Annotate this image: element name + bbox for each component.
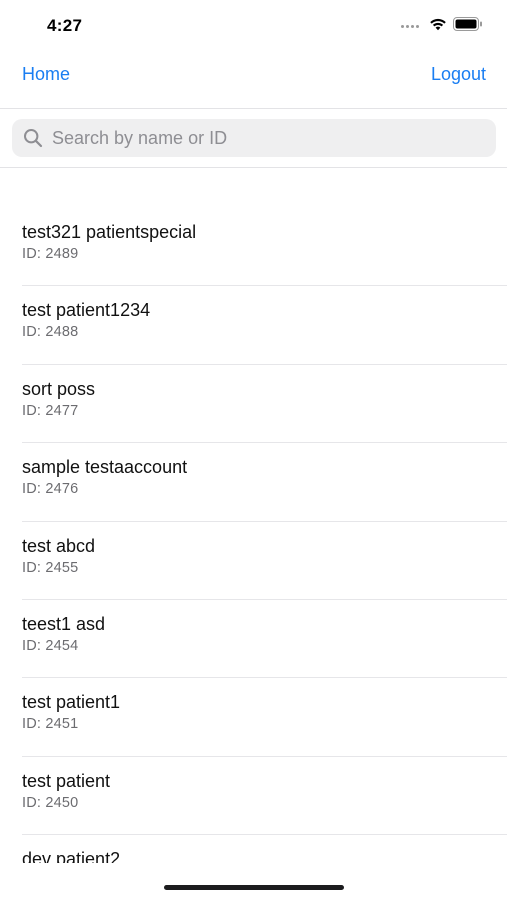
patient-id: ID: 2488: [22, 324, 79, 341]
patient-name: test abcd: [22, 535, 96, 556]
home-button[interactable]: Home: [22, 64, 70, 85]
patient-id: ID: 2455: [22, 559, 79, 576]
patient-id: ID: 2476: [22, 481, 79, 498]
patient-row[interactable]: sort poss ID: 2477: [0, 365, 507, 444]
status-indicators: [401, 17, 483, 36]
patient-list: test321 patientspecial ID: 2489 test patie…: [0, 208, 507, 863]
patient-name: test patient: [22, 770, 111, 791]
status-bar: 4:27: [0, 0, 507, 52]
patient-row[interactable]: dev patient2: [0, 835, 507, 863]
patient-name: test patient1: [22, 692, 121, 713]
patient-id: ID: 2454: [22, 637, 79, 654]
search-input[interactable]: [50, 126, 454, 150]
patient-row[interactable]: test patient1 ID: 2451: [0, 678, 507, 758]
patient-id: ID: 2477: [22, 402, 79, 419]
patient-row[interactable]: test patient ID: 2450: [0, 757, 507, 836]
patient-row[interactable]: teest1 asd ID: 2454: [0, 600, 507, 679]
patient-id: ID: 2451: [22, 716, 79, 733]
navigation-bar: Home Logout: [0, 52, 507, 109]
battery-icon: [453, 17, 483, 36]
patient-name: test patient1234: [22, 300, 151, 321]
status-time: 4:27: [47, 16, 83, 35]
patient-name: test321 patientspecial: [22, 222, 197, 242]
patient-row[interactable]: test321 patientspecial ID: 2489: [0, 208, 507, 287]
patient-row[interactable]: test patient1234 ID: 2488: [0, 286, 507, 366]
patient-id: ID: 2450: [22, 794, 79, 811]
signal-icon: [401, 25, 419, 28]
wifi-icon: [429, 17, 447, 36]
patient-name: teest1 asd: [22, 613, 106, 634]
home-indicator: [163, 885, 344, 890]
patient-row[interactable]: sample testaaccount ID: 2476: [0, 443, 507, 522]
logout-button[interactable]: Logout: [431, 64, 486, 85]
search-field[interactable]: [12, 119, 496, 157]
patient-list-screen: 4:27 Home Logout Search by name or ID te…: [0, 0, 507, 900]
search-bar: [0, 109, 507, 168]
patient-row[interactable]: test abcd ID: 2455: [0, 522, 507, 601]
patient-name: sample testaaccount: [22, 457, 188, 478]
patient-id: ID: 2489: [22, 246, 79, 262]
patient-name: dev patient2: [22, 849, 121, 863]
search-icon: [22, 127, 44, 149]
patient-name: sort poss: [22, 378, 96, 399]
